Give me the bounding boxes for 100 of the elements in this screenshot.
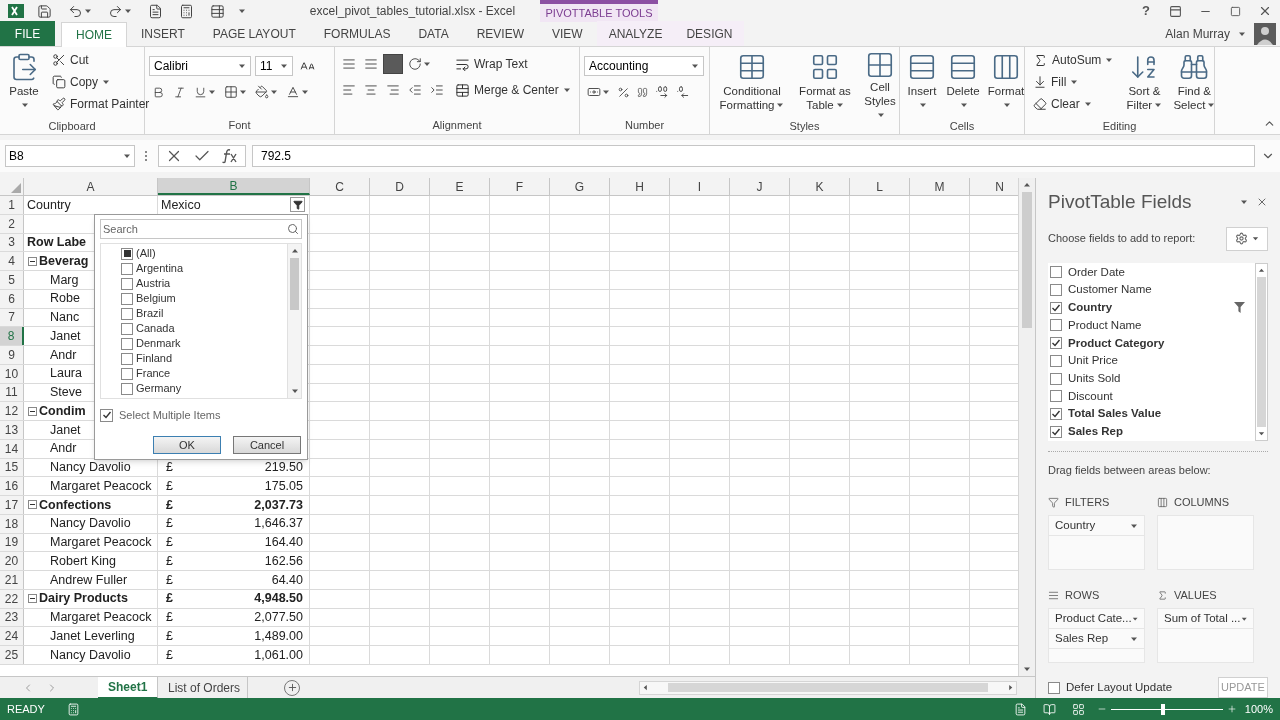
collapse-icon[interactable] bbox=[28, 594, 37, 604]
fill-button[interactable]: Fill bbox=[1029, 72, 1118, 92]
help-button[interactable]: ? bbox=[1132, 1, 1160, 21]
scrollbar-thumb[interactable] bbox=[1022, 192, 1032, 328]
row-header[interactable]: 25 bbox=[0, 646, 24, 664]
row-header[interactable]: 8 bbox=[0, 327, 24, 345]
paste-button[interactable]: Paste bbox=[4, 50, 44, 118]
row-header[interactable]: 17 bbox=[0, 496, 24, 514]
field-item[interactable]: Order Date bbox=[1048, 263, 1255, 282]
checkbox[interactable] bbox=[1050, 284, 1062, 297]
column-header[interactable]: G bbox=[550, 178, 610, 195]
close-icon[interactable] bbox=[1258, 4, 1272, 18]
column-header[interactable]: H bbox=[610, 178, 670, 195]
filter-item[interactable]: Brazil bbox=[101, 306, 287, 321]
column-header[interactable]: M bbox=[910, 178, 970, 195]
row-header[interactable]: 9 bbox=[0, 346, 24, 364]
restore-icon[interactable] bbox=[1229, 5, 1241, 17]
checkbox[interactable] bbox=[121, 277, 133, 290]
italic-icon[interactable] bbox=[173, 85, 186, 99]
excel-logo-icon[interactable] bbox=[8, 3, 24, 19]
checkbox[interactable] bbox=[1050, 390, 1062, 403]
sheet-icon[interactable] bbox=[148, 3, 163, 19]
row-header[interactable]: 24 bbox=[0, 627, 24, 645]
format-painter-button[interactable]: Format Painter bbox=[48, 94, 154, 114]
scrollbar-thumb[interactable] bbox=[668, 683, 988, 692]
checkbox[interactable] bbox=[1050, 301, 1062, 314]
filter-item[interactable]: Austria bbox=[101, 276, 287, 291]
orientation-icon[interactable] bbox=[408, 57, 422, 71]
column-header[interactable]: L bbox=[850, 178, 910, 195]
page-layout-icon[interactable] bbox=[1042, 702, 1056, 716]
field-item[interactable]: Discount bbox=[1048, 387, 1255, 406]
redo-icon[interactable] bbox=[108, 3, 123, 19]
field-item[interactable]: Total Sales Value bbox=[1048, 405, 1255, 423]
column-header[interactable]: K bbox=[790, 178, 850, 195]
align-top-icon[interactable] bbox=[342, 57, 356, 71]
checkbox[interactable] bbox=[121, 247, 133, 260]
save-icon[interactable] bbox=[37, 3, 52, 19]
filter-item[interactable]: France bbox=[101, 366, 287, 381]
checkbox[interactable] bbox=[121, 337, 133, 350]
ok-button[interactable]: OK bbox=[153, 436, 221, 454]
fill-color-icon[interactable] bbox=[255, 85, 269, 99]
align-right-icon[interactable] bbox=[386, 83, 400, 97]
field-item[interactable]: Unit Price bbox=[1048, 352, 1255, 370]
checkbox[interactable] bbox=[121, 292, 133, 305]
filter-item[interactable]: (All) bbox=[101, 246, 287, 261]
row-header[interactable]: 12 bbox=[0, 402, 24, 420]
checkbox[interactable] bbox=[1050, 337, 1062, 350]
user-name[interactable]: Alan Murray bbox=[1165, 24, 1230, 43]
filter-item[interactable]: Belgium bbox=[101, 291, 287, 306]
filter-item[interactable]: Denmark bbox=[101, 336, 287, 351]
page-break-icon[interactable] bbox=[1071, 702, 1085, 716]
column-header[interactable]: E bbox=[430, 178, 490, 195]
sort-filter-button[interactable]: Sort & Filter bbox=[1121, 50, 1168, 118]
scrollbar[interactable] bbox=[287, 244, 301, 398]
column-header[interactable]: D bbox=[370, 178, 430, 195]
search-icon[interactable] bbox=[287, 223, 299, 235]
avatar-icon[interactable] bbox=[1254, 22, 1276, 45]
horizontal-scrollbar[interactable] bbox=[639, 680, 1017, 695]
collapse-icon[interactable] bbox=[28, 256, 37, 266]
field-pill[interactable]: Sum of Total ... bbox=[1158, 609, 1253, 629]
field-pill[interactable]: Product Cate... bbox=[1049, 609, 1144, 629]
percent-icon[interactable] bbox=[617, 85, 630, 99]
column-header[interactable]: B bbox=[158, 178, 310, 195]
checkbox[interactable] bbox=[1050, 266, 1062, 279]
slider-thumb[interactable] bbox=[1161, 703, 1166, 715]
borders-icon[interactable] bbox=[224, 85, 238, 99]
underline-icon[interactable] bbox=[194, 85, 207, 99]
checkbox[interactable] bbox=[1050, 319, 1062, 332]
insert-function-icon[interactable] bbox=[221, 147, 239, 165]
collapse-icon[interactable] bbox=[28, 500, 37, 510]
wrap-text-button[interactable]: Wrap Text bbox=[451, 54, 575, 74]
scrollbar[interactable] bbox=[1255, 262, 1268, 441]
filter-item[interactable]: Canada bbox=[101, 321, 287, 336]
field-pill[interactable]: Country bbox=[1049, 516, 1144, 536]
align-center-icon[interactable] bbox=[364, 83, 378, 97]
font-color-icon[interactable] bbox=[286, 85, 300, 99]
checkbox[interactable] bbox=[121, 382, 133, 395]
ribbon-tab[interactable]: PAGE LAYOUT bbox=[198, 21, 310, 46]
ribbon-tab[interactable]: FILE bbox=[0, 21, 55, 46]
field-pill[interactable]: Sales Rep bbox=[1049, 629, 1144, 649]
delete-button[interactable]: Delete bbox=[944, 50, 982, 118]
column-header[interactable]: F bbox=[490, 178, 550, 195]
insert-button[interactable]: Insert bbox=[904, 50, 940, 118]
increase-indent-icon[interactable] bbox=[430, 83, 444, 97]
checkbox[interactable] bbox=[121, 367, 133, 380]
row-header[interactable]: 16 bbox=[0, 477, 24, 495]
search-field[interactable]: Search bbox=[100, 219, 302, 239]
number-format-field[interactable]: Accounting bbox=[584, 56, 704, 76]
filter-item[interactable]: Germany bbox=[101, 381, 287, 396]
column-header[interactable]: I bbox=[670, 178, 730, 195]
row-header[interactable]: 20 bbox=[0, 552, 24, 570]
clear-button[interactable]: Clear bbox=[1029, 94, 1118, 114]
zoom-in-icon[interactable] bbox=[1226, 704, 1237, 714]
vertical-scrollbar[interactable] bbox=[1018, 178, 1035, 676]
ribbon-tab[interactable]: REVIEW bbox=[462, 21, 538, 46]
scrollbar-thumb[interactable] bbox=[290, 258, 299, 310]
normal-view-icon[interactable] bbox=[1013, 702, 1027, 716]
column-header[interactable]: J bbox=[730, 178, 790, 195]
scrollbar-thumb[interactable] bbox=[1257, 276, 1266, 427]
font-name-field[interactable]: Calibri bbox=[149, 56, 251, 76]
